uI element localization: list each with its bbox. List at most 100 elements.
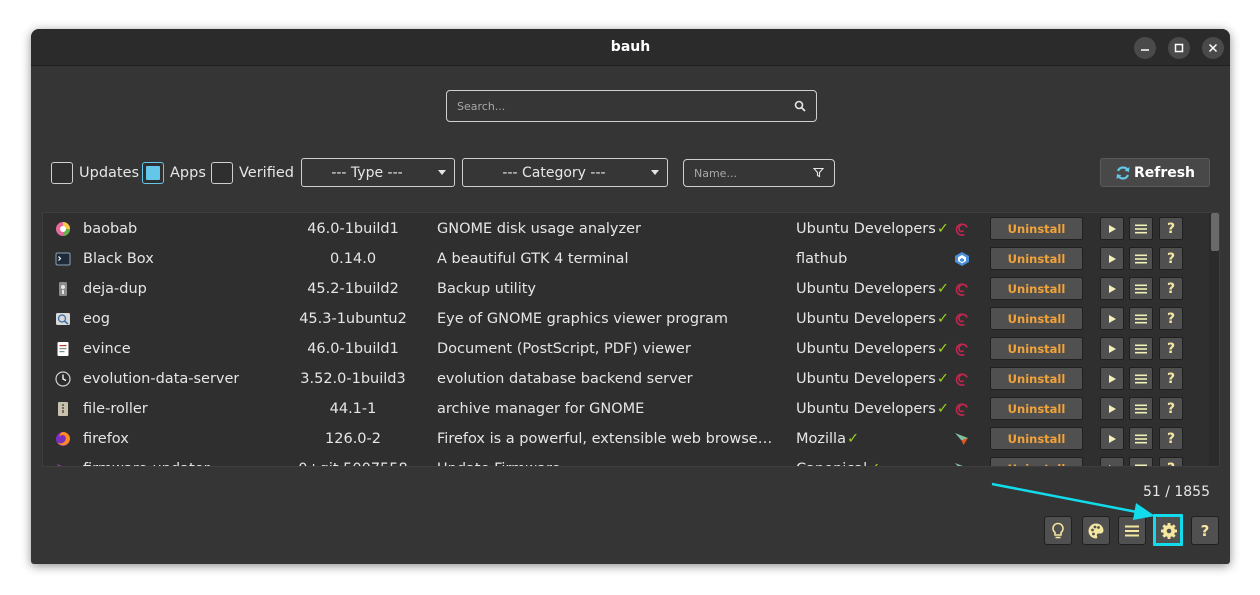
name-filter-input[interactable] <box>694 160 804 186</box>
debian-icon <box>954 371 970 387</box>
app-name: deja-dup <box>83 281 147 297</box>
table-row[interactable]: evolution-data-server 3.52.0-1build3 evolu… <box>43 364 1209 394</box>
table-row[interactable]: baobab 46.0-1build1 GNOME disk usage analy… <box>43 214 1209 244</box>
type-select-value: --- Type --- <box>331 165 403 181</box>
info-button[interactable] <box>1129 307 1153 330</box>
flatpak-icon <box>954 251 970 267</box>
run-button[interactable] <box>1100 457 1124 466</box>
table-row[interactable]: eog 45.3-1ubuntu2 Eye of GNOME graphics vi… <box>43 304 1209 334</box>
help-button[interactable]: ? <box>1191 516 1219 545</box>
row-help-button[interactable]: ? <box>1159 397 1183 420</box>
table-row[interactable]: Black Box 0.14.0 A beautiful GTK 4 termina… <box>43 244 1209 274</box>
app-name: eog <box>83 311 110 327</box>
play-icon <box>1109 464 1112 466</box>
play-icon <box>1109 314 1116 323</box>
run-button[interactable] <box>1100 217 1124 240</box>
bauh-window: bauh Updates Apps Verified --- Type --- … <box>31 29 1230 564</box>
themes-button[interactable] <box>1082 516 1110 545</box>
publisher-name: Canonical <box>796 461 867 466</box>
minimize-icon <box>1141 49 1149 51</box>
info-button[interactable] <box>1129 397 1153 420</box>
run-button[interactable] <box>1100 397 1124 420</box>
type-select[interactable]: --- Type --- <box>301 158 455 187</box>
info-button[interactable] <box>1129 247 1153 270</box>
row-help-button[interactable]: ? <box>1159 337 1183 360</box>
info-button[interactable] <box>1129 277 1153 300</box>
debian-icon <box>954 311 970 327</box>
minimize-button[interactable] <box>1134 37 1156 59</box>
maximize-icon <box>1174 43 1184 53</box>
play-icon <box>1109 404 1116 413</box>
table-row[interactable]: evince 46.0-1build1 Document (PostScript, … <box>43 334 1209 364</box>
app-description: Eye of GNOME graphics viewer program <box>437 311 729 327</box>
menu-icon <box>1135 224 1147 233</box>
info-button[interactable] <box>1129 457 1153 466</box>
app-description: A beautiful GTK 4 terminal <box>437 251 629 267</box>
refresh-button[interactable]: Refresh <box>1100 158 1210 187</box>
uninstall-button[interactable]: Uninstall <box>990 397 1083 420</box>
search-icon[interactable] <box>794 100 806 112</box>
table-row[interactable]: firmware-updater 0+git.5007558 Update Firm… <box>43 454 1209 466</box>
app-name: firmware-updater <box>83 461 210 466</box>
run-button[interactable] <box>1100 307 1124 330</box>
app-version: 46.0-1build1 <box>307 341 399 357</box>
uninstall-button[interactable]: Uninstall <box>990 217 1083 240</box>
run-button[interactable] <box>1100 367 1124 390</box>
play-icon <box>1109 254 1116 263</box>
row-help-button[interactable]: ? <box>1159 427 1183 450</box>
apps-checkbox[interactable] <box>142 162 164 184</box>
settings-highlight-box <box>1153 514 1183 546</box>
uninstall-button[interactable]: Uninstall <box>990 367 1083 390</box>
close-button[interactable] <box>1202 37 1224 59</box>
table-row[interactable]: file-roller 44.1-1 archive manager for GNO… <box>43 394 1209 424</box>
info-button[interactable] <box>1129 217 1153 240</box>
row-help-button[interactable]: ? <box>1159 217 1183 240</box>
run-button[interactable] <box>1100 277 1124 300</box>
scrollbar-thumb[interactable] <box>1211 213 1219 251</box>
publisher-name: Ubuntu Developers <box>796 341 936 357</box>
menu-icon <box>1135 434 1147 443</box>
uninstall-button[interactable]: Uninstall <box>990 307 1083 330</box>
app-icon <box>55 311 71 327</box>
search-input[interactable] <box>457 91 777 121</box>
publisher-name: Ubuntu Developers <box>796 371 936 387</box>
info-button[interactable] <box>1129 367 1153 390</box>
row-help-button[interactable]: ? <box>1159 367 1183 390</box>
info-button[interactable] <box>1129 337 1153 360</box>
info-button[interactable] <box>1129 427 1153 450</box>
uninstall-button[interactable]: Uninstall <box>990 337 1083 360</box>
menu-button[interactable] <box>1118 516 1146 545</box>
menu-icon <box>1135 284 1147 293</box>
uninstall-button[interactable]: Uninstall <box>990 277 1083 300</box>
row-help-button[interactable]: ? <box>1159 457 1183 466</box>
row-help-button[interactable]: ? <box>1159 247 1183 270</box>
apps-table: baobab 46.0-1build1 GNOME disk usage analy… <box>42 212 1220 467</box>
row-help-button[interactable]: ? <box>1159 307 1183 330</box>
scrollbar-track[interactable] <box>1209 213 1219 466</box>
run-button[interactable] <box>1100 247 1124 270</box>
title-bar[interactable]: bauh <box>31 29 1230 66</box>
uninstall-button[interactable]: Uninstall <box>990 247 1083 270</box>
uninstall-button[interactable]: Uninstall <box>990 457 1083 466</box>
run-button[interactable] <box>1100 337 1124 360</box>
verified-checkbox[interactable] <box>211 162 233 184</box>
table-row[interactable]: firefox 126.0-2 Firefox is a powerful, ext… <box>43 424 1209 454</box>
updates-checkbox[interactable] <box>51 162 73 184</box>
category-select[interactable]: --- Category --- <box>462 158 668 187</box>
suggestions-button[interactable] <box>1044 516 1072 545</box>
updates-label: Updates <box>79 165 140 181</box>
app-publisher: Ubuntu Developers✓ <box>796 371 949 387</box>
row-help-button[interactable]: ? <box>1159 277 1183 300</box>
app-publisher: flathub <box>796 251 848 267</box>
uninstall-button[interactable]: Uninstall <box>990 427 1083 450</box>
publisher-name: Ubuntu Developers <box>796 311 936 327</box>
debian-icon <box>954 281 970 297</box>
app-description: Update Firmware <box>437 461 777 466</box>
run-button[interactable] <box>1100 427 1124 450</box>
verified-label: Verified <box>239 165 294 181</box>
filter-icon[interactable] <box>813 167 824 178</box>
app-version: 126.0-2 <box>325 431 381 447</box>
table-row[interactable]: deja-dup 45.2-1build2 Backup utility Ubuntu… <box>43 274 1209 304</box>
maximize-button[interactable] <box>1168 37 1190 59</box>
snap-icon <box>954 431 970 447</box>
